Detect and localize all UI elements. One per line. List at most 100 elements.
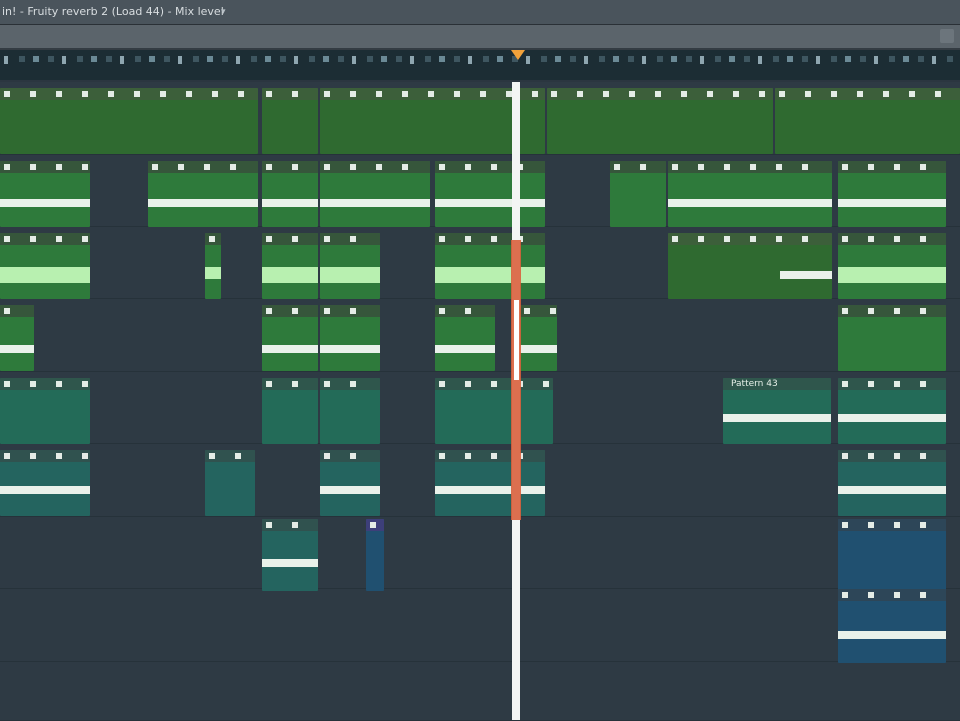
note-marker-icon xyxy=(707,91,713,97)
track-lane[interactable] xyxy=(0,589,960,662)
clip-header xyxy=(435,305,495,317)
ruler-tick xyxy=(613,56,619,62)
audio-clip[interactable] xyxy=(838,233,946,299)
ruler-tick xyxy=(888,56,895,62)
note-marker-icon xyxy=(4,308,10,314)
pattern-clip[interactable] xyxy=(838,305,946,371)
audio-clip[interactable] xyxy=(320,233,380,299)
pattern-clip[interactable] xyxy=(838,589,946,663)
pattern-clip[interactable] xyxy=(262,305,318,371)
pattern-clip[interactable] xyxy=(148,161,258,227)
clip-header: Pattern 43 xyxy=(723,378,831,390)
pattern-clip[interactable] xyxy=(668,161,832,227)
note-marker-icon xyxy=(204,164,210,170)
pattern-clip[interactable] xyxy=(775,88,960,154)
note-marker-icon xyxy=(439,164,445,170)
playhead-triangle-icon[interactable] xyxy=(511,50,525,60)
toolbar-handle-icon[interactable] xyxy=(940,29,954,43)
note-marker-icon xyxy=(883,91,889,97)
pattern-clip[interactable] xyxy=(320,378,380,444)
pattern-clip[interactable] xyxy=(262,378,318,444)
pattern-clip[interactable] xyxy=(838,450,946,516)
note-marker-icon xyxy=(30,91,36,97)
ruler-tick xyxy=(816,56,820,64)
pattern-clip[interactable] xyxy=(262,161,318,227)
automation-clip[interactable] xyxy=(366,519,384,591)
audio-clip[interactable] xyxy=(262,233,318,299)
pattern-clip[interactable] xyxy=(0,378,90,444)
pattern-clip[interactable] xyxy=(320,161,430,227)
note-marker-icon xyxy=(266,164,272,170)
note-marker-icon xyxy=(350,308,356,314)
pattern-clip[interactable] xyxy=(838,161,946,227)
pattern-clip[interactable] xyxy=(320,305,380,371)
ruler-tick xyxy=(569,56,576,62)
chevron-down-icon[interactable]: ▾ xyxy=(219,0,226,24)
pattern-clip[interactable] xyxy=(205,450,255,516)
clip-header xyxy=(838,450,946,462)
clip-header xyxy=(0,378,90,390)
pattern-clip[interactable] xyxy=(435,305,495,371)
playlist-area[interactable]: Pattern 43 xyxy=(0,82,960,721)
note-marker-icon xyxy=(376,164,382,170)
note-marker-icon xyxy=(750,164,756,170)
audio-clip[interactable] xyxy=(205,233,221,299)
note-marker-icon xyxy=(186,91,192,97)
note-marker-icon xyxy=(868,453,874,459)
note-marker-icon xyxy=(868,308,874,314)
track-lane[interactable] xyxy=(0,662,960,721)
note-marker-icon xyxy=(920,236,926,242)
pattern-clip[interactable] xyxy=(520,305,557,371)
pattern-clip[interactable] xyxy=(435,450,545,516)
clip-header xyxy=(775,88,960,100)
note-marker-icon xyxy=(894,236,900,242)
ruler-tick xyxy=(91,56,97,62)
pattern-clip[interactable] xyxy=(320,450,380,516)
pattern-clip[interactable] xyxy=(435,161,545,227)
pattern-clip[interactable] xyxy=(0,450,90,516)
note-marker-icon xyxy=(266,91,272,97)
ruler-tick xyxy=(366,56,373,62)
note-marker-icon xyxy=(56,236,62,242)
pattern-clip[interactable] xyxy=(668,233,832,299)
pattern-clip[interactable] xyxy=(547,88,773,154)
note-marker-icon xyxy=(266,308,272,314)
ruler-tick xyxy=(381,56,387,62)
pattern-clip[interactable] xyxy=(262,519,318,591)
clip-header xyxy=(205,233,221,245)
pattern-clip[interactable] xyxy=(262,88,318,154)
pattern-clip[interactable] xyxy=(610,161,666,227)
note-marker-icon xyxy=(439,236,445,242)
timeline-ruler[interactable] xyxy=(0,50,960,80)
ruler-tick xyxy=(787,56,793,62)
note-marker-icon xyxy=(920,381,926,387)
ruler-tick xyxy=(627,56,634,62)
ruler-tick xyxy=(76,56,83,62)
note-marker-icon xyxy=(439,381,445,387)
note-marker-icon xyxy=(894,453,900,459)
pattern-clip[interactable] xyxy=(838,519,946,591)
note-marker-icon xyxy=(491,453,497,459)
pattern-clip[interactable] xyxy=(0,305,34,371)
pattern-clip[interactable] xyxy=(0,88,258,154)
ruler-tick xyxy=(903,56,909,62)
note-marker-icon xyxy=(350,164,356,170)
note-marker-icon xyxy=(868,381,874,387)
note-marker-icon xyxy=(465,236,471,242)
clip-header xyxy=(320,233,380,245)
note-marker-icon xyxy=(857,91,863,97)
note-marker-icon xyxy=(324,453,330,459)
clip-name: Pattern 43 xyxy=(731,379,778,389)
audio-clip[interactable] xyxy=(435,233,545,299)
note-marker-icon xyxy=(868,522,874,528)
note-marker-icon xyxy=(266,522,272,528)
track-lane[interactable] xyxy=(0,517,960,589)
note-marker-icon xyxy=(491,381,497,387)
ruler-tick xyxy=(801,56,808,62)
pattern-clip[interactable] xyxy=(0,161,90,227)
pattern-clip[interactable]: Pattern 43 xyxy=(723,378,831,444)
pattern-clip[interactable] xyxy=(838,378,946,444)
clip-header xyxy=(0,233,90,245)
pattern-clip[interactable] xyxy=(435,378,553,444)
audio-clip[interactable] xyxy=(0,233,90,299)
